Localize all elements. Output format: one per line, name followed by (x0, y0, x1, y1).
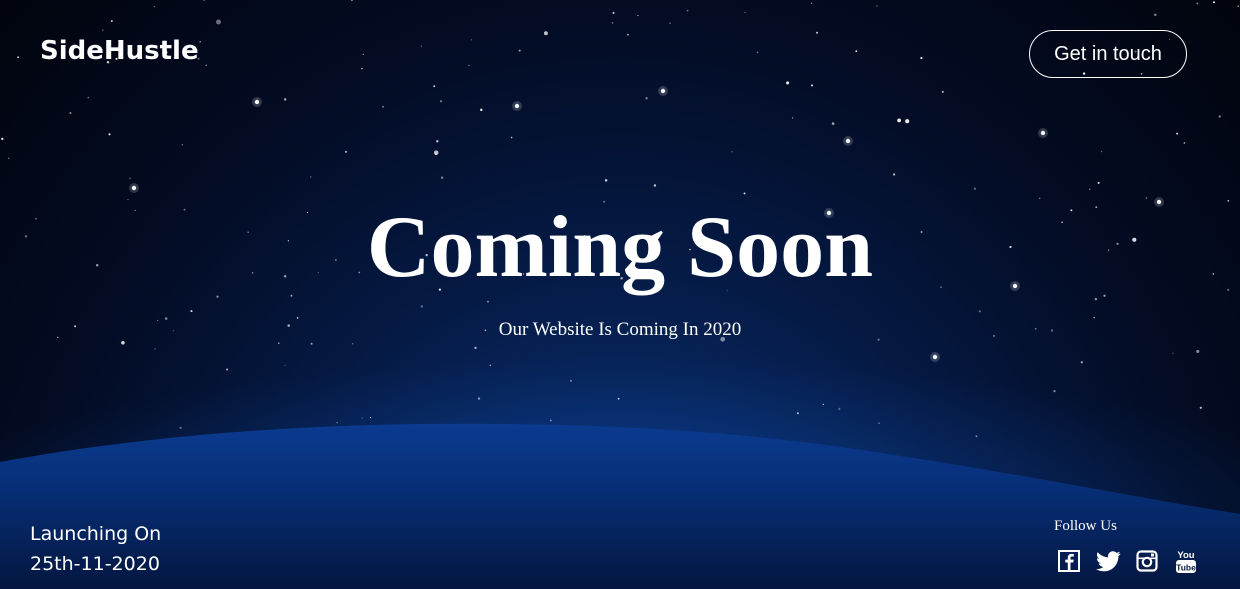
social-links: You Tube (1056, 548, 1199, 574)
get-in-touch-button[interactable]: Get in touch (1029, 30, 1187, 78)
svg-text:Tube: Tube (1176, 563, 1196, 573)
facebook-icon[interactable] (1056, 548, 1082, 574)
brand-logo[interactable]: SideHustle (40, 36, 199, 66)
follow-us-label: Follow Us (1054, 518, 1117, 534)
youtube-icon[interactable]: You Tube (1173, 548, 1199, 574)
hero-subtitle: Our Website Is Coming In 2020 (498, 319, 742, 340)
launch-info: Launching On 25th-11-2020 (30, 519, 161, 579)
instagram-icon[interactable] (1134, 548, 1160, 574)
coming-soon-page: SideHustle Get in touch Coming Soon Our … (0, 0, 1240, 589)
svg-text:You: You (1177, 550, 1194, 561)
twitter-icon[interactable] (1095, 548, 1121, 574)
hero-title: Coming Soon (366, 199, 874, 296)
launch-label: Launching On (30, 523, 162, 545)
launch-date: 25th-11-2020 (30, 553, 160, 575)
